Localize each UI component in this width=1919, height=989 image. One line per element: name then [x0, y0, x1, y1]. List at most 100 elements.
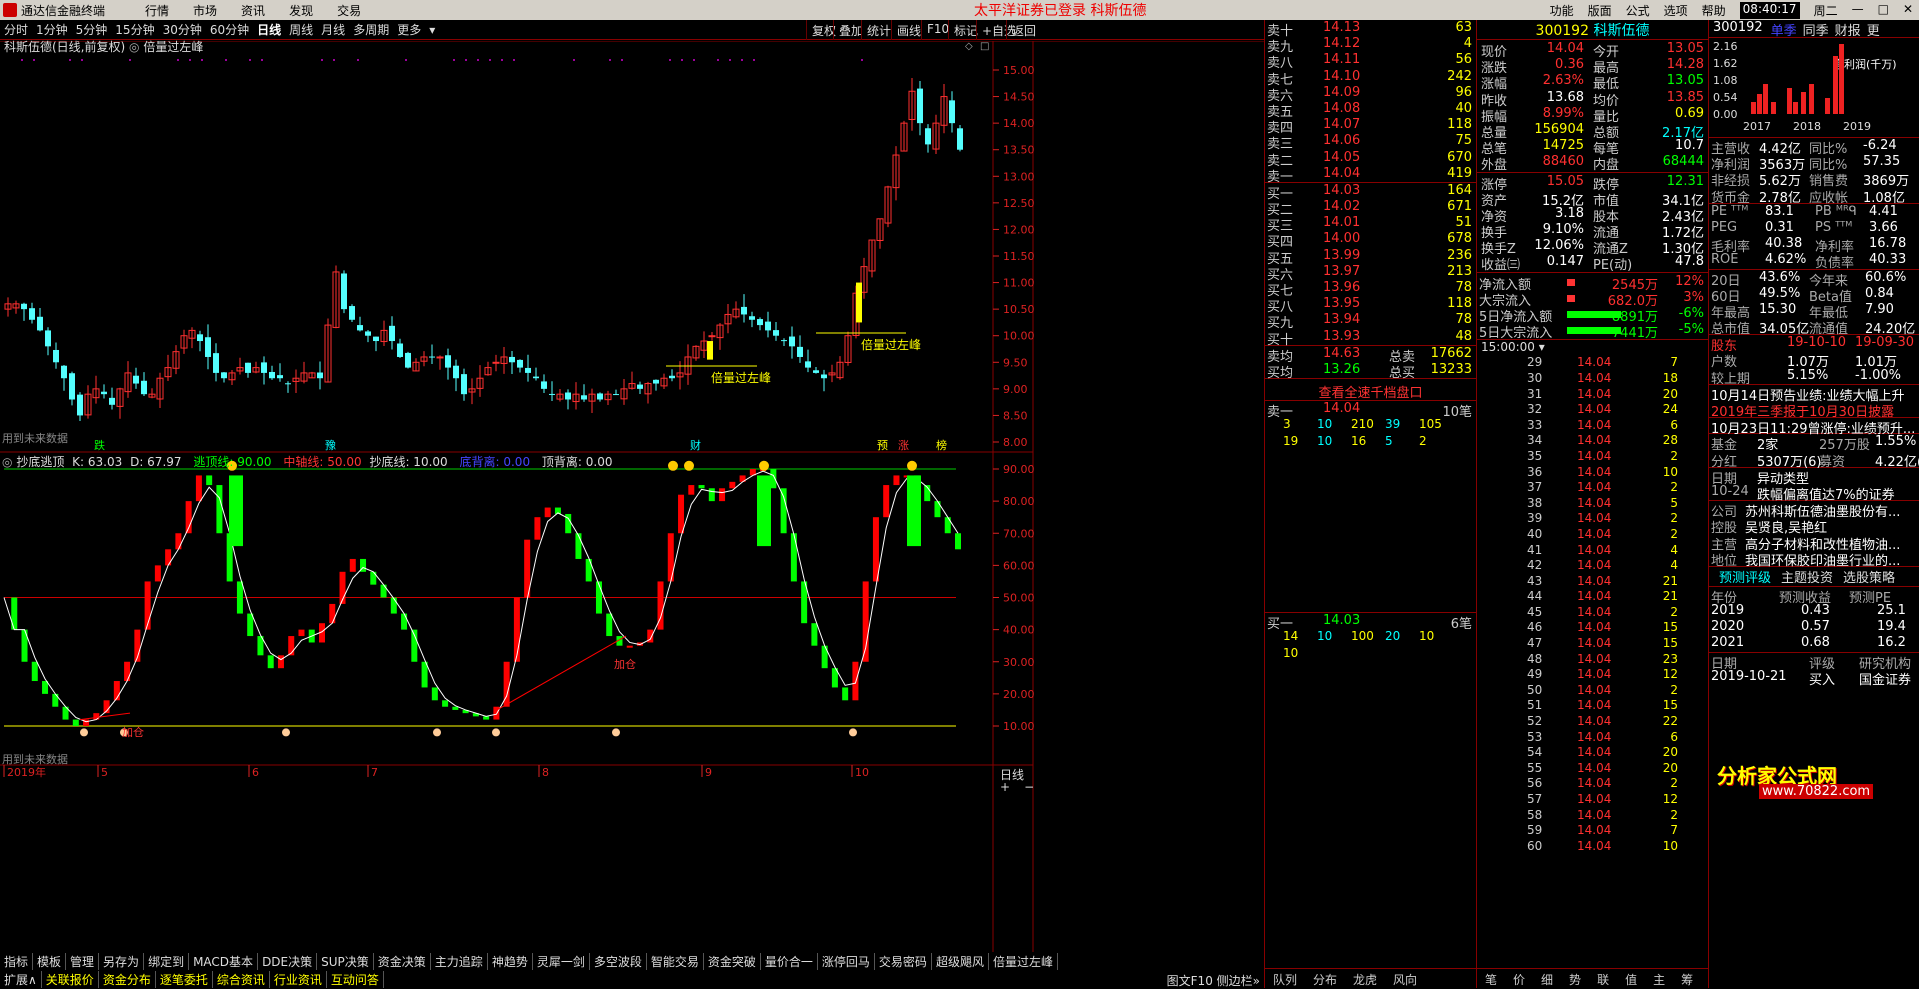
buy-level-9[interactable]: 买九 13.94 78	[1265, 312, 1476, 328]
f10-tab-2[interactable]: 财报	[1835, 20, 1861, 37]
formula-tab-11[interactable]: 灵犀一剑	[533, 953, 590, 970]
sell-level-1[interactable]: 卖一 14.04 419	[1265, 166, 1476, 182]
buy-level-1[interactable]: 买一 14.03 164	[1265, 183, 1476, 199]
detail-tab-6[interactable]: 主	[1645, 969, 1673, 988]
period-1[interactable]: 1分钟	[36, 21, 68, 38]
period-3[interactable]: 15分钟	[115, 21, 154, 38]
menu-item-4[interactable]: 交易	[337, 2, 361, 19]
news-item[interactable]: 10月14日预告业绩:业绩大幅上升	[1709, 385, 1919, 401]
tab-distribution[interactable]: 分布	[1305, 969, 1345, 988]
detail-tab-3[interactable]: 势	[1561, 969, 1589, 988]
formula-tab-6[interactable]: DDE决策	[258, 953, 317, 970]
tab-wind[interactable]: 风向	[1385, 969, 1425, 988]
sell-level-3[interactable]: 卖三 14.06 75	[1265, 133, 1476, 149]
period-6[interactable]: 日线	[257, 21, 281, 38]
menu-item-3[interactable]: 发现	[289, 2, 313, 19]
formula-tab-1[interactable]: 模板	[33, 953, 66, 970]
sell-level-6[interactable]: 卖六 14.09 96	[1265, 85, 1476, 101]
buy-level-4[interactable]: 买四 14.00 678	[1265, 231, 1476, 247]
buy-level-6[interactable]: 买六 13.97 213	[1265, 264, 1476, 280]
period-4[interactable]: 30分钟	[163, 21, 202, 38]
detail-tab-5[interactable]: 值	[1617, 969, 1645, 988]
sell-level-4[interactable]: 卖四 14.07 118	[1265, 117, 1476, 133]
f10-tab-3[interactable]: 更	[1867, 20, 1880, 37]
right-menu-item-1[interactable]: 版面	[1588, 2, 1612, 19]
info-tab-1[interactable]: 关联报价	[42, 971, 99, 988]
formula-tab-15[interactable]: 量价合一	[761, 953, 818, 970]
formula-tab-2[interactable]: 管理	[66, 953, 99, 970]
formula-tab-0[interactable]: 指标	[0, 953, 33, 970]
zoom-in-button[interactable]: +	[1000, 780, 1010, 794]
sell-level-7[interactable]: 卖七 14.10 242	[1265, 69, 1476, 85]
info-tab-4[interactable]: 综合资讯	[213, 971, 270, 988]
f10-subtab-0[interactable]: 预测评级	[1719, 567, 1771, 586]
close-button[interactable]: ✕	[1903, 2, 1913, 19]
period-0[interactable]: 分时	[4, 21, 28, 38]
period-2[interactable]: 5分钟	[76, 21, 108, 38]
formula-tab-4[interactable]: 绑定到	[144, 953, 189, 970]
zoom-out-button[interactable]: −	[1024, 780, 1034, 794]
buy-level-5[interactable]: 买五 13.99 236	[1265, 248, 1476, 264]
period-5[interactable]: 60分钟	[210, 21, 249, 38]
period-7[interactable]: 周线	[289, 21, 313, 38]
formula-tab-18[interactable]: 超级飓风	[932, 953, 989, 970]
buy-level-7[interactable]: 买七 13.96 78	[1265, 280, 1476, 296]
f10-subtab-2[interactable]: 选股策略	[1843, 567, 1895, 586]
info-tab-0[interactable]: 扩展∧	[0, 971, 42, 988]
buy-level-3[interactable]: 买三 14.01 51	[1265, 215, 1476, 231]
formula-tab-7[interactable]: SUP决策	[317, 953, 374, 970]
window-icon[interactable]: □	[980, 41, 989, 52]
period-10[interactable]: 更多	[397, 21, 421, 38]
formula-tab-9[interactable]: 主力追踪	[431, 953, 488, 970]
detail-tab-7[interactable]: 筹	[1673, 969, 1701, 988]
menu-item-1[interactable]: 市场	[193, 2, 217, 19]
full-depth-link[interactable]: 查看全速千档盘口	[1265, 378, 1476, 400]
menu-item-0[interactable]: 行情	[145, 2, 169, 19]
more-dropdown-icon[interactable]: ▾	[429, 23, 435, 37]
formula-tab-13[interactable]: 智能交易	[647, 953, 704, 970]
formula-tab-3[interactable]: 另存为	[99, 953, 144, 970]
info-tab-3[interactable]: 逐笔委托	[156, 971, 213, 988]
buy-level-2[interactable]: 买二 14.02 671	[1265, 199, 1476, 215]
info-tab-2[interactable]: 资金分布	[99, 971, 156, 988]
info-tab-6[interactable]: 互动问答	[327, 971, 384, 988]
sell-level-5[interactable]: 卖五 14.08 40	[1265, 101, 1476, 117]
formula-tab-17[interactable]: 交易密码	[875, 953, 932, 970]
period-8[interactable]: 月线	[321, 21, 345, 38]
right-menu-item-0[interactable]: 功能	[1550, 2, 1574, 19]
sell-level-10[interactable]: 卖十 14.13 63	[1265, 20, 1476, 36]
minimize-button[interactable]: —	[1852, 2, 1864, 19]
buy-level-10[interactable]: 买十 13.93 48	[1265, 329, 1476, 345]
news-item[interactable]: 10月23日11:29曾涨停:业绩预升...	[1709, 417, 1919, 433]
tool-button-7[interactable]: 返回	[1006, 20, 1041, 40]
sell-level-2[interactable]: 卖二 14.05 670	[1265, 150, 1476, 166]
detail-tab-2[interactable]: 细	[1533, 969, 1561, 988]
detail-tab-0[interactable]: 笔	[1477, 969, 1505, 988]
formula-tab-16[interactable]: 涨停回马	[818, 953, 875, 970]
buy-level-8[interactable]: 买八 13.95 118	[1265, 296, 1476, 312]
tab-dragon[interactable]: 龙虎	[1345, 969, 1385, 988]
diamond-icon[interactable]: ◇	[965, 41, 973, 52]
right-menu-item-2[interactable]: 公式	[1626, 2, 1650, 19]
maximize-button[interactable]: □	[1878, 2, 1889, 19]
detail-tab-4[interactable]: 联	[1589, 969, 1617, 988]
period-9[interactable]: 多周期	[353, 21, 389, 38]
kline-chart[interactable]: 15.00 14.50 14.00 13.50 13.00 12.50 12.00 11.50…	[0, 41, 1264, 952]
formula-tab-14[interactable]: 资金突破	[704, 953, 761, 970]
right-menu-item-3[interactable]: 选项	[1664, 2, 1688, 19]
formula-tab-8[interactable]: 资金决策	[374, 953, 431, 970]
detail-tab-1[interactable]: 价	[1505, 969, 1533, 988]
right-menu-item-4[interactable]: 帮助	[1702, 2, 1726, 19]
f10-subtab-1[interactable]: 主题投资	[1781, 567, 1833, 586]
ticks-dropdown-icon[interactable]: ▾	[1539, 340, 1545, 354]
f10-tab-0[interactable]: 单季	[1771, 20, 1797, 37]
f10-sidebar-toggle[interactable]: 图文F10 侧边栏»	[1167, 972, 1260, 989]
formula-tab-12[interactable]: 多空波段	[590, 953, 647, 970]
info-tab-5[interactable]: 行业资讯	[270, 971, 327, 988]
f10-tab-1[interactable]: 同季	[1803, 20, 1829, 37]
news-item[interactable]: 2019年三季报于10月30日披露	[1709, 401, 1919, 417]
tab-queue[interactable]: 队列	[1265, 969, 1305, 988]
sell-level-8[interactable]: 卖八 14.11 56	[1265, 52, 1476, 68]
formula-tab-5[interactable]: MACD基本	[189, 953, 258, 970]
formula-tab-19[interactable]: 倍量过左峰	[989, 953, 1058, 970]
